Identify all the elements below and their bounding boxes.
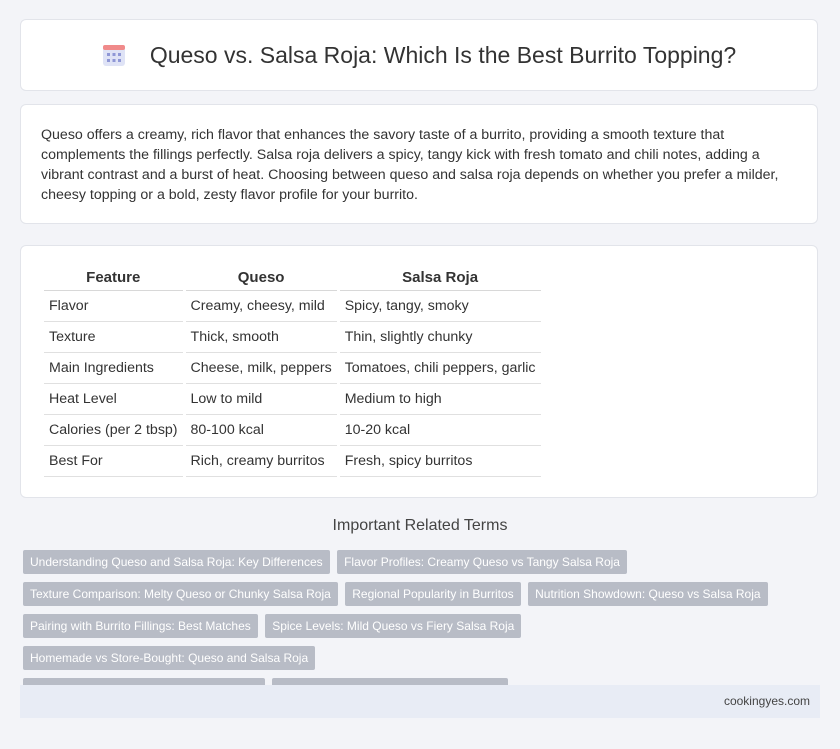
table-cell: Creamy, cheesy, mild bbox=[185, 291, 337, 322]
related-term-tag[interactable]: Regional Popularity in Burritos bbox=[345, 582, 521, 606]
table-cell: Thick, smooth bbox=[185, 322, 337, 353]
table-row: Calories (per 2 tbsp) 80-100 kcal 10-20 … bbox=[44, 415, 541, 446]
calendar-grid-icon bbox=[102, 43, 126, 67]
table-cell: Calories (per 2 tbsp) bbox=[44, 415, 183, 446]
related-term-tag[interactable]: Flavor Profiles: Creamy Queso vs Tangy S… bbox=[337, 550, 627, 574]
table-cell: Flavor bbox=[44, 291, 183, 322]
related-terms-heading: Important Related Terms bbox=[332, 517, 508, 534]
site-name[interactable]: cookingyes.com bbox=[724, 694, 810, 708]
related-term-tag[interactable]: Spice Levels: Mild Queso vs Fiery Salsa … bbox=[265, 614, 522, 638]
related-term-tag[interactable]: Nutrition Showdown: Queso vs Salsa Roja bbox=[528, 582, 768, 606]
table-cell: Best For bbox=[44, 446, 183, 477]
comparison-card: Feature Queso Salsa Roja Flavor Creamy, … bbox=[20, 245, 818, 498]
table-header-row: Feature Queso Salsa Roja bbox=[44, 266, 541, 291]
table-row: Texture Thick, smooth Thin, slightly chu… bbox=[44, 322, 541, 353]
table-row: Best For Rich, creamy burritos Fresh, sp… bbox=[44, 446, 541, 477]
intro-card: Queso offers a creamy, rich flavor that … bbox=[20, 104, 818, 224]
page-title: Queso vs. Salsa Roja: Which Is the Best … bbox=[149, 41, 737, 68]
column-header: Queso bbox=[185, 266, 337, 291]
table-cell: Cheese, milk, peppers bbox=[185, 353, 337, 384]
footer: cookingyes.com bbox=[20, 685, 820, 718]
table-row: Main Ingredients Cheese, milk, peppers T… bbox=[44, 353, 541, 384]
table-cell: Texture bbox=[44, 322, 183, 353]
table-cell: Fresh, spicy burritos bbox=[339, 446, 541, 477]
table-cell: Rich, creamy burritos bbox=[185, 446, 337, 477]
table-cell: Heat Level bbox=[44, 384, 183, 415]
column-header: Feature bbox=[44, 266, 183, 291]
table-cell: Main Ingredients bbox=[44, 353, 183, 384]
column-header: Salsa Roja bbox=[339, 266, 541, 291]
title-card: Queso vs. Salsa Roja: Which Is the Best … bbox=[20, 19, 818, 91]
related-term-tag[interactable]: Homemade vs Store-Bought: Queso and Sals… bbox=[23, 646, 316, 670]
table-cell: Medium to high bbox=[339, 384, 541, 415]
related-term-tag[interactable]: Pairing with Burrito Fillings: Best Matc… bbox=[23, 614, 258, 638]
related-term-tag[interactable]: Understanding Queso and Salsa Roja: Key … bbox=[23, 550, 330, 574]
related-term-tag[interactable]: Texture Comparison: Melty Queso or Chunk… bbox=[23, 582, 338, 606]
table-row: Flavor Creamy, cheesy, mild Spicy, tangy… bbox=[44, 291, 541, 322]
table-cell: Spicy, tangy, smoky bbox=[339, 291, 541, 322]
comparison-table: Feature Queso Salsa Roja Flavor Creamy, … bbox=[41, 266, 544, 477]
table-cell: 10-20 kcal bbox=[339, 415, 541, 446]
intro-text: Queso offers a creamy, rich flavor that … bbox=[41, 127, 779, 203]
table-cell: Thin, slightly chunky bbox=[339, 322, 541, 353]
table-cell: Low to mild bbox=[185, 384, 337, 415]
table-cell: 80-100 kcal bbox=[185, 415, 337, 446]
table-cell: Tomatoes, chili peppers, garlic bbox=[339, 353, 541, 384]
table-row: Heat Level Low to mild Medium to high bbox=[44, 384, 541, 415]
